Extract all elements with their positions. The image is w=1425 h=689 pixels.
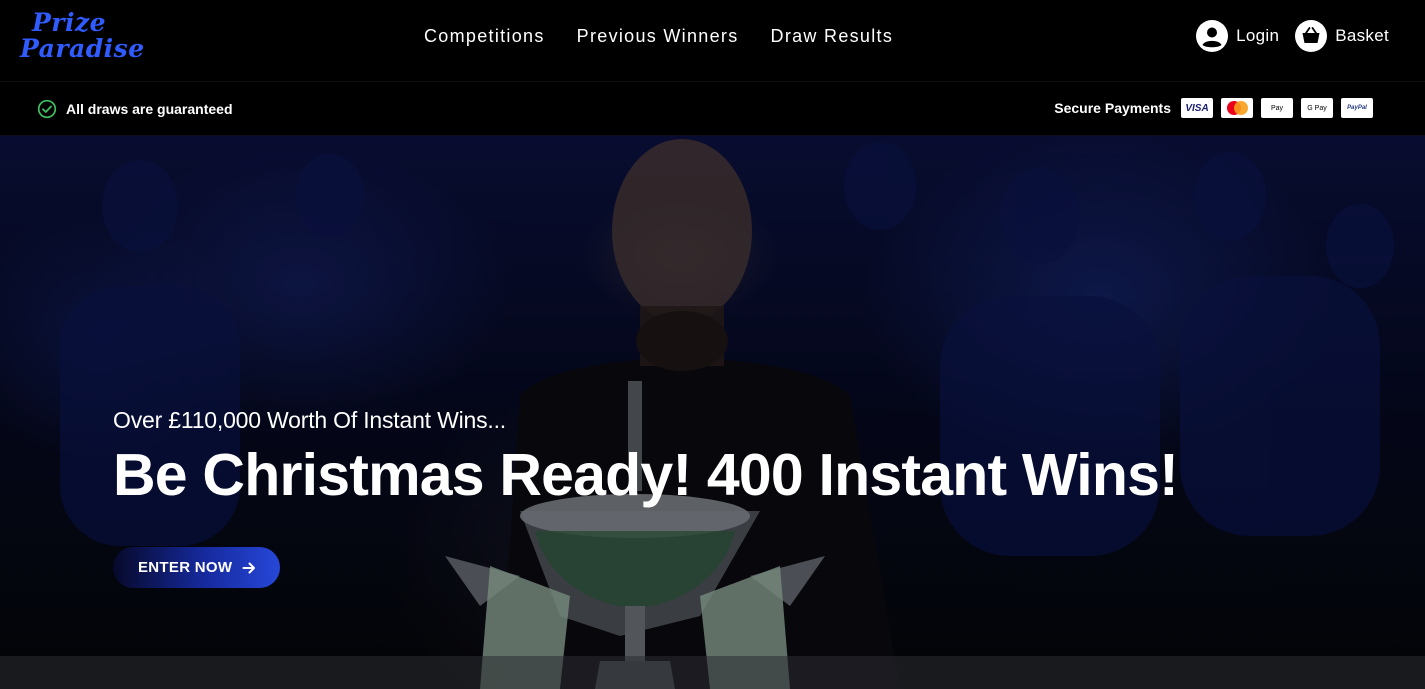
logo-line-2: Paradise <box>20 34 145 63</box>
arrow-right-icon <box>242 562 256 573</box>
basket-label: Basket <box>1335 26 1389 45</box>
hero-headline: Be Christmas Ready! 400 Instant Wins! <box>113 442 1179 508</box>
nav-previous-winners[interactable]: Previous Winners <box>577 26 739 48</box>
basket-icon <box>1295 20 1328 52</box>
hero-subtitle: Over £110,000 Worth Of Instant Wins... <box>113 407 506 433</box>
basket-button[interactable]: Basket <box>1295 20 1389 52</box>
enter-now-label: ENTER NOW <box>138 559 233 576</box>
top-navigation: Prize Paradise Competitions Previous Win… <box>0 0 1425 82</box>
hero-banner: Over £110,000 Worth Of Instant Wins... B… <box>0 136 1425 689</box>
secure-payments-label: Secure Payments <box>1054 100 1171 116</box>
google-pay-icon: G Pay <box>1301 98 1333 118</box>
visa-icon: VISA <box>1181 98 1213 118</box>
apple-pay-icon: Pay <box>1261 98 1293 118</box>
mastercard-icon <box>1221 98 1253 118</box>
guarantee-notice: All draws are guaranteed <box>37 99 233 119</box>
account-actions: Login Basket <box>1196 20 1389 52</box>
guarantee-text: All draws are guaranteed <box>66 101 233 117</box>
trust-bar: All draws are guaranteed Secure Payments… <box>0 82 1425 136</box>
nav-draw-results[interactable]: Draw Results <box>771 26 894 48</box>
logo[interactable]: Prize Paradise <box>20 10 145 68</box>
enter-now-button[interactable]: ENTER NOW <box>113 547 281 588</box>
paypal-icon: PayPal <box>1341 98 1373 118</box>
user-icon <box>1196 20 1229 52</box>
main-nav: Competitions Previous Winners Draw Resul… <box>424 26 893 48</box>
check-circle-icon <box>37 99 57 119</box>
logo-line-1: Prize <box>32 8 107 37</box>
secure-payments: Secure Payments VISA Pay G Pay PayPal <box>1054 98 1373 118</box>
login-label: Login <box>1236 26 1280 45</box>
hero-content: Over £110,000 Worth Of Instant Wins... B… <box>113 407 1179 588</box>
login-button[interactable]: Login <box>1196 20 1279 52</box>
nav-competitions[interactable]: Competitions <box>424 26 545 48</box>
